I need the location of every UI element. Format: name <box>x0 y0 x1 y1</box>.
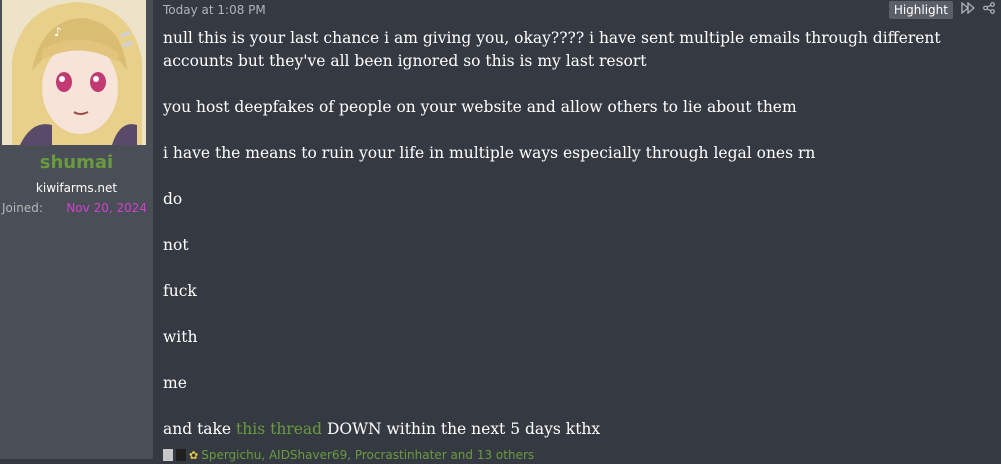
post-paragraph: i have the means to ruin your life in mu… <box>163 144 816 162</box>
reactions-text[interactable]: Spergichu, AIDShaver69, Procrastinhater … <box>201 448 534 462</box>
last-line-after: DOWN within the next 5 days kthx <box>322 420 601 438</box>
joined-label: Joined: <box>2 201 43 215</box>
reactions-bar[interactable]: ✿ Spergichu, AIDShaver69, Procrastinhate… <box>163 448 534 462</box>
reaction-icon <box>176 449 186 461</box>
user-title: kiwifarms.net <box>35 181 118 195</box>
joined-date: Nov 20, 2024 <box>66 201 147 215</box>
post-paragraph: not <box>163 236 189 254</box>
highlight-button[interactable]: Highlight <box>888 1 953 19</box>
post-body: null this is your last chance i am givin… <box>163 27 993 464</box>
avatar[interactable]: ♪ <box>2 0 146 145</box>
share-icon[interactable] <box>983 2 995 18</box>
post-content: Today at 1:08 PM Highlight null this is … <box>153 0 1001 462</box>
fast-forward-icon[interactable] <box>961 1 976 18</box>
reaction-icon <box>163 449 173 461</box>
post-last-line: and take this thread DOWN within the nex… <box>163 418 993 441</box>
post-paragraph: fuck <box>163 282 197 300</box>
username[interactable]: shumai <box>0 152 153 173</box>
post-paragraph: me <box>163 374 187 392</box>
post-timestamp[interactable]: Today at 1:08 PM <box>163 3 266 17</box>
joined-row: Joined: Nov 20, 2024 <box>2 201 147 215</box>
last-line-before: and take <box>163 420 237 438</box>
post-paragraph: null this is your last chance i am givin… <box>163 29 941 70</box>
post-paragraph: do <box>163 190 183 208</box>
avatar-image: ♪ <box>2 0 146 145</box>
post-paragraph: you host deepfakes of people on your web… <box>163 98 797 116</box>
post-actions: Highlight <box>888 1 995 19</box>
thread-link[interactable]: this thread <box>236 420 322 438</box>
svg-text:♪: ♪ <box>54 25 62 39</box>
post-paragraph: with <box>163 328 198 346</box>
user-sidebar: ♪ shumai kiwifarms.net Joined: Nov 20, 2… <box>0 0 153 459</box>
flower-reaction-icon: ✿ <box>189 448 199 462</box>
